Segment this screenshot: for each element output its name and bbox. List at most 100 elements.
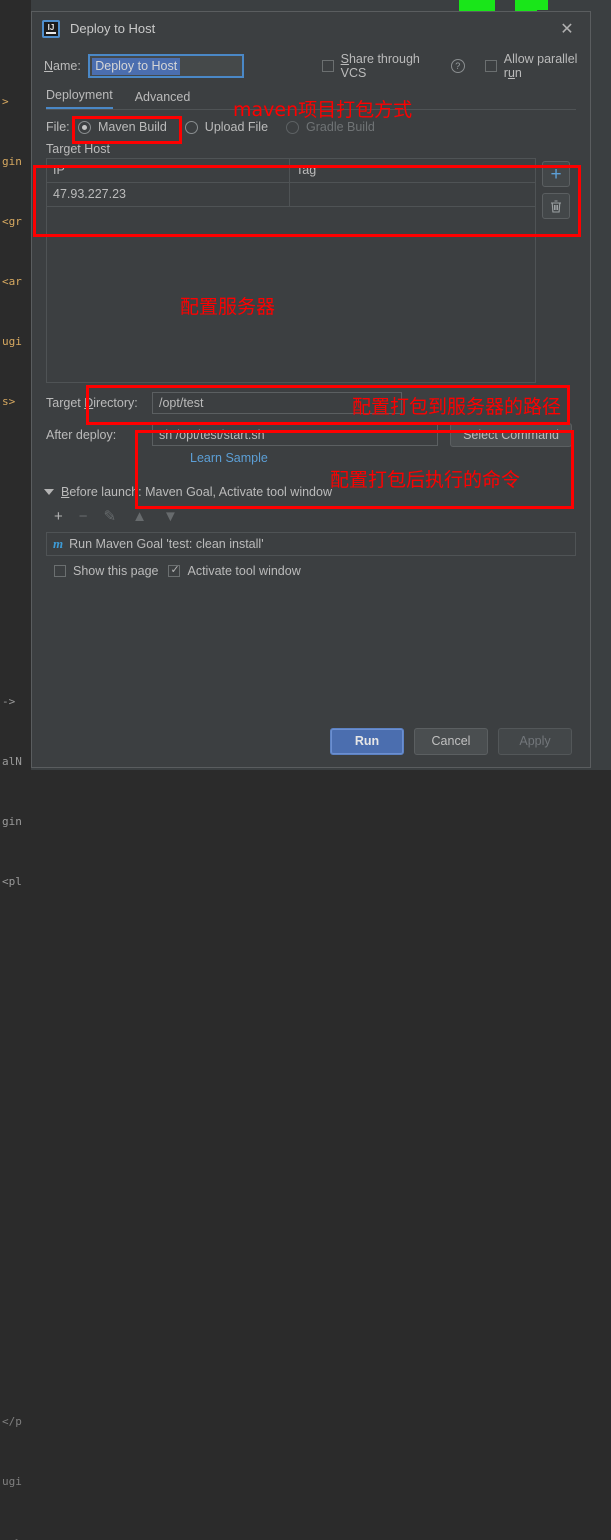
upload-file-label: Upload File	[205, 120, 268, 134]
task-item-label: Run Maven Goal 'test: clean install'	[69, 537, 263, 551]
before-launch-task-list[interactable]: m Run Maven Goal 'test: clean install'	[46, 532, 576, 556]
share-through-vcs-option[interactable]: Share through VCS ?	[322, 52, 465, 80]
delete-host-button[interactable]	[542, 193, 570, 219]
code-spacer	[0, 1352, 31, 1372]
move-up-button: ▲	[132, 508, 147, 525]
share-vcs-rest: hare through VCS	[341, 52, 420, 80]
add-host-button[interactable]: +	[542, 161, 570, 187]
table-header-row: IP Tag	[47, 159, 535, 183]
dialog-titlebar: IJ Deploy to Host ✕	[32, 12, 590, 45]
column-header-tag: Tag	[290, 159, 535, 182]
activate-tool-window-option[interactable]: Activate tool window	[168, 564, 300, 578]
target-dir-label-b: irectory:	[93, 396, 137, 410]
remove-task-button: −	[79, 508, 88, 525]
learn-sample-link[interactable]: Learn Sample	[190, 451, 590, 465]
before-launch-header[interactable]: Before launch: Maven Goal, Activate tool…	[32, 485, 590, 499]
name-input-value: Deploy to Host	[92, 58, 180, 75]
add-task-button[interactable]: +	[54, 508, 63, 525]
move-down-button: ▼	[163, 508, 178, 525]
show-this-page-checkbox[interactable]	[54, 565, 66, 577]
name-label-mnemonic: N	[44, 59, 53, 73]
code-line: ->	[0, 692, 31, 712]
radio-upload-file[interactable]: Upload File	[185, 120, 268, 134]
code-spacer	[0, 1112, 31, 1132]
cancel-button[interactable]: Cancel	[414, 728, 488, 755]
maven-build-radio[interactable]	[78, 121, 91, 134]
target-host-section-label: Target Host	[32, 138, 590, 158]
upload-file-radio[interactable]	[185, 121, 198, 134]
gradle-build-radio	[286, 121, 299, 134]
code-line: gin	[0, 812, 31, 832]
code-spacer	[0, 1172, 31, 1192]
radio-maven-build[interactable]: Maven Build	[78, 120, 167, 134]
target-directory-input[interactable]: /opt/test	[152, 392, 402, 414]
edit-task-button: ✎	[104, 507, 117, 525]
trash-icon	[549, 199, 563, 214]
code-line: ugi	[0, 1472, 31, 1492]
code-spacer	[0, 1292, 31, 1312]
intellij-logo-text: IJ	[44, 22, 58, 33]
before-launch-toolbar: + − ✎ ▲ ▼	[32, 506, 590, 526]
dialog-footer: Run Cancel Apply	[32, 715, 590, 767]
radio-gradle-build: Gradle Build	[286, 120, 375, 134]
code-spacer	[0, 632, 31, 652]
tab-advanced[interactable]: Advanced	[135, 90, 191, 109]
chevron-down-icon[interactable]	[44, 489, 54, 495]
run-button[interactable]: Run	[330, 728, 404, 755]
show-this-page-label: Show this page	[73, 564, 158, 578]
target-host-table[interactable]: IP Tag 47.93.227.23	[46, 158, 536, 383]
code-spacer	[0, 572, 31, 592]
name-input[interactable]: Deploy to Host	[88, 54, 243, 78]
code-line: <gr	[0, 212, 31, 232]
cell-ip: 47.93.227.23	[47, 183, 290, 206]
code-line: <ar	[0, 272, 31, 292]
dialog-tabs: Deployment Advanced	[32, 83, 590, 109]
cell-tag	[290, 183, 535, 206]
help-icon[interactable]: ?	[451, 59, 465, 73]
gradle-build-label: Gradle Build	[306, 120, 375, 134]
editor-code-fragment: > gin <gr <ar ugi s> -> alN gin <pl </p …	[0, 0, 31, 770]
code-line: gin	[0, 152, 31, 172]
file-label: File:	[46, 120, 78, 134]
before-launch-rest: efore launch: Maven Goal, Activate tool …	[69, 485, 332, 499]
code-line: <pl	[0, 872, 31, 892]
share-through-vcs-checkbox[interactable]	[322, 60, 334, 72]
before-launch-label: Before launch: Maven Goal, Activate tool…	[61, 485, 332, 499]
code-line: -->	[0, 1532, 31, 1540]
share-through-vcs-label: Share through VCS	[341, 52, 437, 80]
target-host-toolbar: +	[536, 158, 576, 383]
intellij-logo-icon: IJ	[42, 20, 60, 38]
target-dir-label-a: Target	[46, 396, 84, 410]
maven-icon: m	[53, 536, 63, 552]
target-directory-row: Target Directory: /opt/test	[32, 392, 590, 414]
code-spacer	[0, 1232, 31, 1252]
name-label: Name:	[44, 59, 88, 73]
code-spacer	[0, 512, 31, 532]
show-this-page-option[interactable]: Show this page	[54, 564, 158, 578]
code-line: alN	[0, 752, 31, 772]
code-line: ugi	[0, 332, 31, 352]
allow-parallel-run-option[interactable]: Allow parallel run	[485, 52, 590, 80]
column-header-ip: IP	[47, 159, 290, 182]
target-directory-label: Target Directory:	[46, 396, 152, 410]
close-icon[interactable]: ✕	[544, 12, 590, 45]
code-spacer	[0, 1052, 31, 1072]
code-line: >	[0, 92, 31, 112]
dialog-title: Deploy to Host	[70, 21, 155, 36]
share-vcs-mnemonic: S	[341, 52, 349, 66]
activate-tool-window-label: Activate tool window	[187, 564, 300, 578]
allow-parallel-mnemonic: u	[508, 66, 515, 80]
allow-parallel-run-label: Allow parallel run	[504, 52, 590, 80]
code-spacer	[0, 932, 31, 952]
target-host-area: IP Tag 47.93.227.23 +	[46, 158, 576, 383]
name-label-rest: ame:	[53, 59, 81, 73]
tab-deployment[interactable]: Deployment	[46, 88, 113, 109]
apply-button: Apply	[498, 728, 572, 755]
after-deploy-input[interactable]: sh /opt/test/start.sh	[152, 424, 438, 446]
deploy-to-host-dialog: IJ Deploy to Host ✕ Name: Deploy to Host…	[31, 11, 591, 768]
before-launch-checkboxes: Show this page Activate tool window	[32, 564, 590, 578]
allow-parallel-run-checkbox[interactable]	[485, 60, 497, 72]
table-row[interactable]: 47.93.227.23	[47, 183, 535, 207]
select-command-button[interactable]: Select Command	[450, 423, 572, 447]
activate-tool-window-checkbox[interactable]	[168, 565, 180, 577]
